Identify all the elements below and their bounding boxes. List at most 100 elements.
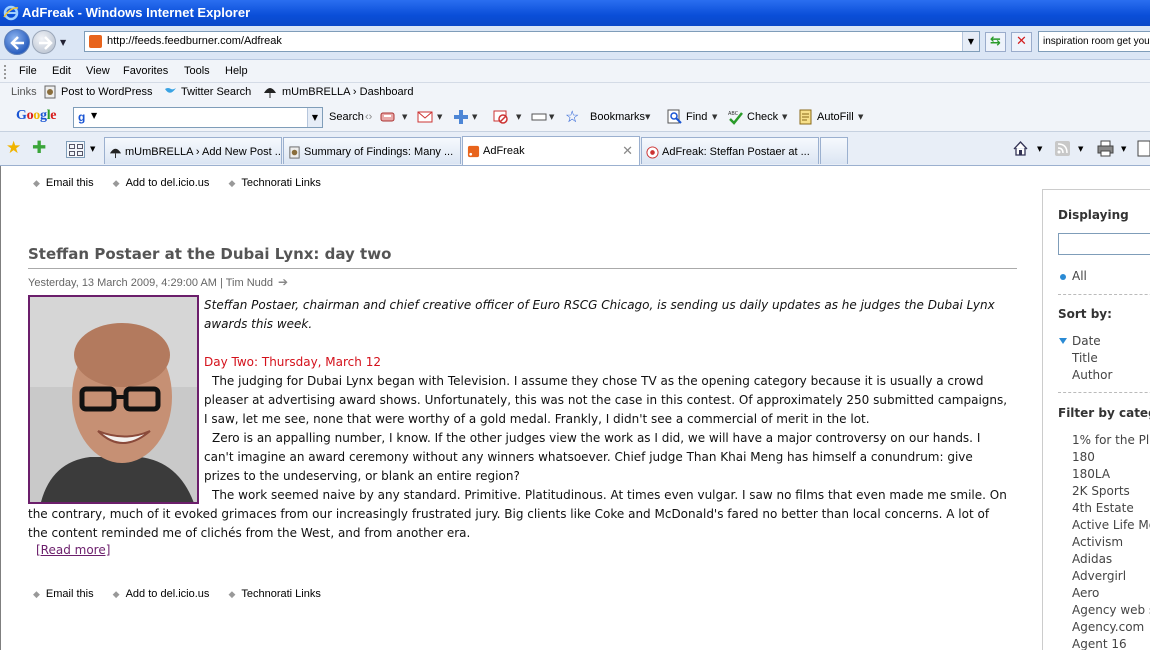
- share-links-top: ◆ Email this ◆ Add to del.icio.us ◆ Technor…: [33, 177, 321, 189]
- page-icon: [289, 146, 300, 159]
- menu-view[interactable]: View: [86, 65, 110, 77]
- technorati-links-link[interactable]: Technorati Links: [241, 588, 321, 600]
- tab-adfreak[interactable]: AdFreak ✕: [462, 136, 640, 165]
- sort-title-option[interactable]: Title: [1072, 351, 1098, 365]
- print-icon[interactable]: [1097, 140, 1114, 157]
- rss-feed-icon[interactable]: [1054, 140, 1071, 157]
- category-link[interactable]: Agency web s: [1072, 603, 1150, 617]
- category-link[interactable]: Adidas: [1072, 552, 1112, 566]
- displaying-filter-input[interactable]: [1058, 233, 1150, 255]
- technorati-links-link[interactable]: Technorati Links: [241, 177, 321, 189]
- adfreak-icon: [646, 146, 659, 159]
- news-icon[interactable]: [380, 109, 396, 125]
- refresh-button[interactable]: ⇆: [985, 32, 1006, 52]
- post-meta-text: Yesterday, 13 March 2009, 4:29:00 AM | T…: [28, 277, 273, 289]
- highlight-icon[interactable]: [531, 109, 547, 125]
- menu-bar: File Edit View Favorites Tools Help: [0, 60, 1150, 83]
- bookmarks-button[interactable]: Bookmarks: [590, 111, 645, 123]
- add-to-delicious-link[interactable]: Add to del.icio.us: [126, 177, 210, 189]
- selected-bullet-icon: [1060, 274, 1066, 280]
- new-tab-button[interactable]: [820, 137, 848, 164]
- google-search-button[interactable]: Search: [329, 111, 364, 123]
- link-post-to-wordpress[interactable]: Post to WordPress: [61, 86, 153, 98]
- share-links-bottom: ◆ Email this ◆ Add to del.icio.us ◆ Technor…: [33, 588, 321, 600]
- recent-pages-dropdown[interactable]: ▼: [60, 38, 66, 47]
- category-link[interactable]: 1% for the Planet: [1072, 433, 1150, 447]
- displaying-heading: Displaying: [1058, 208, 1129, 222]
- address-dropdown[interactable]: ▼: [962, 32, 979, 51]
- category-link[interactable]: Agency.com: [1072, 620, 1144, 634]
- tab-bar: ★ ✚ ▼ mUmBRELLA › Add New Post ... Summa…: [0, 132, 1150, 166]
- url-text[interactable]: http://feeds.feedburner.com/Adfreak: [107, 35, 282, 47]
- category-link[interactable]: Activism: [1072, 535, 1123, 549]
- popup-blocker-icon[interactable]: [493, 109, 509, 125]
- check-button[interactable]: Check: [747, 111, 778, 123]
- tab-adfreak-steffan-postaer[interactable]: AdFreak: Steffan Postaer at ...: [641, 137, 819, 164]
- category-link[interactable]: 180LA: [1072, 467, 1110, 481]
- category-link[interactable]: Agent 16: [1072, 637, 1127, 650]
- post-meta: Yesterday, 13 March 2009, 4:29:00 AM | T…: [28, 275, 288, 289]
- quick-tabs-button[interactable]: [66, 141, 85, 158]
- menu-edit[interactable]: Edit: [52, 65, 71, 77]
- bookmark-star-icon[interactable]: ☆: [565, 107, 579, 127]
- close-tab-icon[interactable]: ✕: [622, 143, 633, 159]
- window-title-bar: AdFreak - Windows Internet Explorer: [0, 0, 1150, 26]
- menu-file[interactable]: File: [19, 65, 37, 77]
- page-content: ◆ Email this ◆ Add to del.icio.us ◆ Technor…: [0, 166, 1150, 650]
- search-input[interactable]: inspiration room get your: [1038, 31, 1150, 52]
- toolbar-chevron-icon[interactable]: ‹›: [365, 111, 372, 123]
- category-link[interactable]: Advergirl: [1072, 569, 1126, 583]
- home-icon[interactable]: [1012, 140, 1029, 157]
- close-icon: ✕: [1016, 34, 1027, 49]
- spellcheck-icon[interactable]: ABC: [728, 109, 744, 125]
- page-menu-icon[interactable]: [1136, 140, 1150, 157]
- menu-tools[interactable]: Tools: [184, 65, 210, 77]
- category-link[interactable]: 180: [1072, 450, 1095, 464]
- address-toolbar: ▼ http://feeds.feedburner.com/Adfreak ▼ …: [0, 26, 1150, 60]
- category-link[interactable]: 2K Sports: [1072, 484, 1130, 498]
- back-button[interactable]: [4, 29, 30, 55]
- links-bar: Links Post to WordPress Twitter Search m…: [0, 83, 1150, 103]
- sort-author-option[interactable]: Author: [1072, 368, 1112, 382]
- tab-list-dropdown[interactable]: ▼: [90, 145, 95, 153]
- google-logo[interactable]: Google: [16, 108, 57, 124]
- address-bar[interactable]: http://feeds.feedburner.com/Adfreak ▼: [84, 31, 980, 52]
- autofill-icon[interactable]: [798, 109, 814, 125]
- email-this-link[interactable]: Email this: [46, 177, 94, 189]
- window-title: AdFreak - Windows Internet Explorer: [22, 5, 251, 20]
- feed-sidebar: Displaying All Sort by: Date Title Autho…: [1042, 189, 1150, 650]
- toolbar-grip[interactable]: [4, 65, 7, 79]
- category-link[interactable]: Active Life Mo: [1072, 518, 1150, 532]
- display-all-option[interactable]: All: [1072, 269, 1087, 283]
- category-link[interactable]: 4th Estate: [1072, 501, 1134, 515]
- read-more-link[interactable]: [Read more]: [36, 543, 110, 557]
- stop-button[interactable]: ✕: [1011, 32, 1032, 52]
- arrow-right-icon: [39, 36, 53, 50]
- forward-button[interactable]: [32, 30, 56, 54]
- autofill-button[interactable]: AutoFill: [817, 111, 854, 123]
- find-button[interactable]: Find: [686, 111, 707, 123]
- gmail-icon[interactable]: [417, 109, 433, 125]
- feed-icon: [467, 145, 480, 158]
- favorites-star-icon[interactable]: ★: [6, 138, 21, 158]
- svg-text:ABC: ABC: [728, 111, 739, 117]
- menu-help[interactable]: Help: [225, 65, 248, 77]
- post-title[interactable]: Steffan Postaer at the Dubai Lynx: day t…: [28, 245, 391, 263]
- email-this-link[interactable]: Email this: [46, 588, 94, 600]
- sort-date-option[interactable]: Date: [1072, 334, 1101, 348]
- add-to-delicious-link[interactable]: Add to del.icio.us: [126, 588, 210, 600]
- menu-favorites[interactable]: Favorites: [123, 65, 168, 77]
- arrow-right-icon[interactable]: ➔: [278, 275, 288, 289]
- add-favorites-icon[interactable]: ✚: [32, 138, 46, 158]
- link-twitter-search[interactable]: Twitter Search: [181, 86, 251, 98]
- tab-mumbrella-add-new-post[interactable]: mUmBRELLA › Add New Post ...: [104, 137, 282, 164]
- tab-summary-of-findings[interactable]: Summary of Findings: Many ...: [283, 137, 461, 164]
- google-search-dropdown[interactable]: ▼: [307, 108, 322, 127]
- google-search-input[interactable]: g ▼ ▼: [73, 107, 323, 128]
- plus-icon[interactable]: [453, 109, 469, 125]
- arrow-left-icon: [10, 36, 24, 50]
- find-icon[interactable]: [667, 109, 683, 125]
- category-link[interactable]: Aero: [1072, 586, 1099, 600]
- umbrella-icon: [109, 148, 122, 159]
- link-mumbrella-dashboard[interactable]: mUmBRELLA › Dashboard: [282, 86, 413, 98]
